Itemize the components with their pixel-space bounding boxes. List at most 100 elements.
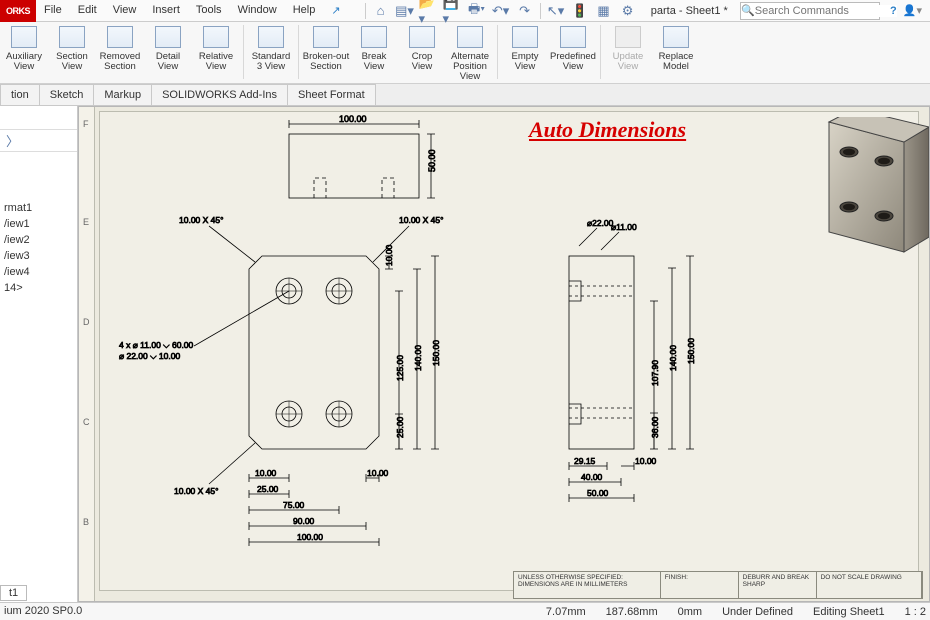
status-y: 187.68mm: [606, 606, 658, 618]
menu-launcher-icon[interactable]: ↗: [323, 0, 348, 21]
save-icon[interactable]: 💾▾: [442, 1, 464, 21]
print-icon[interactable]: 🖶▾: [466, 1, 488, 21]
menu-tools[interactable]: Tools: [188, 0, 230, 21]
dim-b90: 90.00: [293, 516, 315, 526]
menu-view[interactable]: View: [105, 0, 145, 21]
select-icon[interactable]: ↖▾: [545, 1, 567, 21]
tree-toolbar: 〉: [0, 130, 77, 152]
new-icon[interactable]: ▤▾: [394, 1, 416, 21]
help-icon[interactable]: ?: [890, 5, 897, 17]
command-tabs: tion Sketch Markup SOLIDWORKS Add-Ins Sh…: [0, 84, 930, 106]
tab-sketch[interactable]: Sketch: [39, 84, 95, 105]
tree-item[interactable]: /iew2: [0, 232, 77, 248]
dim-l25: 25.00: [257, 484, 279, 494]
tree-item[interactable]: 14>: [0, 280, 77, 296]
dim-phi22: ⌀22.00: [587, 218, 614, 228]
tab-annotation[interactable]: tion: [0, 84, 40, 105]
main-area: 〉 rmat1 /iew1 /iew2 /iew3 /iew4 14> F E …: [0, 106, 930, 602]
dim-s50: 50.00: [587, 488, 609, 498]
title-right: ? 👤▾: [890, 4, 930, 17]
command-search[interactable]: 🔍: [740, 2, 880, 20]
status-bar: 7.07mm 187.68mm 0mm Under Defined Editin…: [0, 602, 930, 620]
dim-l10: 10.00: [255, 468, 277, 478]
titleblock-deburr: DEBURR AND BREAK SHARP: [739, 572, 817, 598]
dim-h140: 140.00: [413, 345, 423, 371]
dim-b10: 10.00: [367, 468, 389, 478]
menu-window[interactable]: Window: [230, 0, 285, 21]
open-icon[interactable]: 📂▾: [418, 1, 440, 21]
ribbon-replace-model[interactable]: Replace Model: [652, 22, 700, 82]
dim-hole-call: 4 x ⌀ 11.00 ⌵ 60.00: [119, 340, 194, 350]
feature-tree[interactable]: 〉 rmat1 /iew1 /iew2 /iew3 /iew4 14>: [0, 106, 78, 602]
tree-item[interactable]: /iew1: [0, 216, 77, 232]
app-logo: ORKS: [0, 0, 36, 22]
stoplight-icon[interactable]: 🚦: [569, 1, 591, 21]
dim-s36: 36.00: [650, 416, 660, 438]
dim-s2915: 29.15: [574, 456, 596, 466]
title-block: UNLESS OTHERWISE SPECIFIED: DIMENSIONS A…: [513, 571, 923, 599]
dim-s40: 40.00: [581, 472, 603, 482]
dim-chamfer-tl: 10.00 X 45°: [179, 215, 224, 225]
tab-sheet-format[interactable]: Sheet Format: [287, 84, 376, 105]
drawing-canvas[interactable]: F E D C B Auto Dimensions: [78, 106, 930, 602]
ribbon-break-view[interactable]: Break View: [350, 22, 398, 82]
dim-rt10: 10.00: [384, 244, 394, 266]
dim-h125: 125.00: [395, 355, 405, 381]
tree-item[interactable]: /iew4: [0, 264, 77, 280]
ribbon-auxiliary-view[interactable]: Auxiliary View: [0, 22, 48, 82]
quick-access-toolbar: ⌂ ▤▾ 📂▾ 💾▾ 🖶▾ ↶▾ ↷ ↖▾ 🚦 ▦ ⚙: [363, 1, 639, 21]
document-title: parta - Sheet1 *: [643, 5, 736, 17]
home-icon[interactable]: ⌂: [370, 1, 392, 21]
dim-s140: 140.00: [668, 345, 678, 371]
status-scale: 1 : 2: [905, 606, 926, 618]
user-icon[interactable]: 👤▾: [903, 4, 922, 17]
ribbon-relative-view[interactable]: Relative View: [192, 22, 240, 82]
ribbon-section-view[interactable]: Section View: [48, 22, 96, 82]
dim-s10790: 107.90: [650, 360, 660, 386]
dim-chamfer-tr: 10.00 X 45°: [399, 215, 444, 225]
dim-chamfer-bl: 10.00 X 45°: [174, 486, 219, 496]
menu-help[interactable]: Help: [285, 0, 324, 21]
ribbon-update-view: Update View: [604, 22, 652, 82]
status-z: 0mm: [678, 606, 702, 618]
titleblock-notes: UNLESS OTHERWISE SPECIFIED: DIMENSIONS A…: [514, 572, 661, 598]
tab-addins[interactable]: SOLIDWORKS Add-Ins: [151, 84, 288, 105]
version-label: ium 2020 SP0.0: [4, 605, 82, 617]
dim-s150: 150.00: [686, 338, 696, 364]
status-x: 7.07mm: [546, 606, 586, 618]
sheet-tab[interactable]: t1: [0, 585, 27, 601]
main-menu: File Edit View Insert Tools Window Help …: [36, 0, 349, 21]
tree-item[interactable]: /iew3: [0, 248, 77, 264]
search-input[interactable]: [755, 5, 897, 17]
ribbon-broken-out-section[interactable]: Broken-out Section: [302, 22, 350, 82]
dim-b100: 100.00: [297, 532, 323, 542]
orthographic-drawing: 100.00 50.00: [99, 111, 919, 591]
search-icon: 🔍: [741, 4, 755, 17]
titleblock-finish: FINISH:: [661, 572, 739, 598]
undo-icon[interactable]: ↶▾: [490, 1, 512, 21]
vertical-ruler: F E D C B: [79, 107, 95, 601]
ribbon-empty-view[interactable]: Empty View: [501, 22, 549, 82]
ribbon-crop-view[interactable]: Crop View: [398, 22, 446, 82]
title-bar: ORKS File Edit View Insert Tools Window …: [0, 0, 930, 22]
dim-top-height: 50.00: [427, 149, 437, 172]
menu-insert[interactable]: Insert: [144, 0, 188, 21]
redo-icon[interactable]: ↷: [514, 1, 536, 21]
status-state: Under Defined: [722, 606, 793, 618]
dim-h150: 150.00: [431, 340, 441, 366]
dim-phi11: ⌀11.00: [611, 222, 637, 232]
ribbon-predefined-view[interactable]: Predefined View: [549, 22, 597, 82]
menu-file[interactable]: File: [36, 0, 70, 21]
titleblock-noscale: DO NOT SCALE DRAWING: [817, 572, 922, 598]
tab-markup[interactable]: Markup: [93, 84, 152, 105]
menu-edit[interactable]: Edit: [70, 0, 105, 21]
ribbon-removed-section[interactable]: Removed Section: [96, 22, 144, 82]
tree-item[interactable]: rmat1: [0, 200, 77, 216]
ribbon-detail-view[interactable]: Detail View: [144, 22, 192, 82]
dim-hole-call2: ⌀ 22.00 ⌵ 10.00: [119, 351, 180, 361]
ribbon-alternate-position-view[interactable]: Alternate Position View: [446, 22, 494, 82]
settings-icon[interactable]: ⚙: [617, 1, 639, 21]
options-icon[interactable]: ▦: [593, 1, 615, 21]
ribbon-standard-3-view[interactable]: Standard 3 View: [247, 22, 295, 82]
dim-s10: 10.00: [635, 456, 657, 466]
